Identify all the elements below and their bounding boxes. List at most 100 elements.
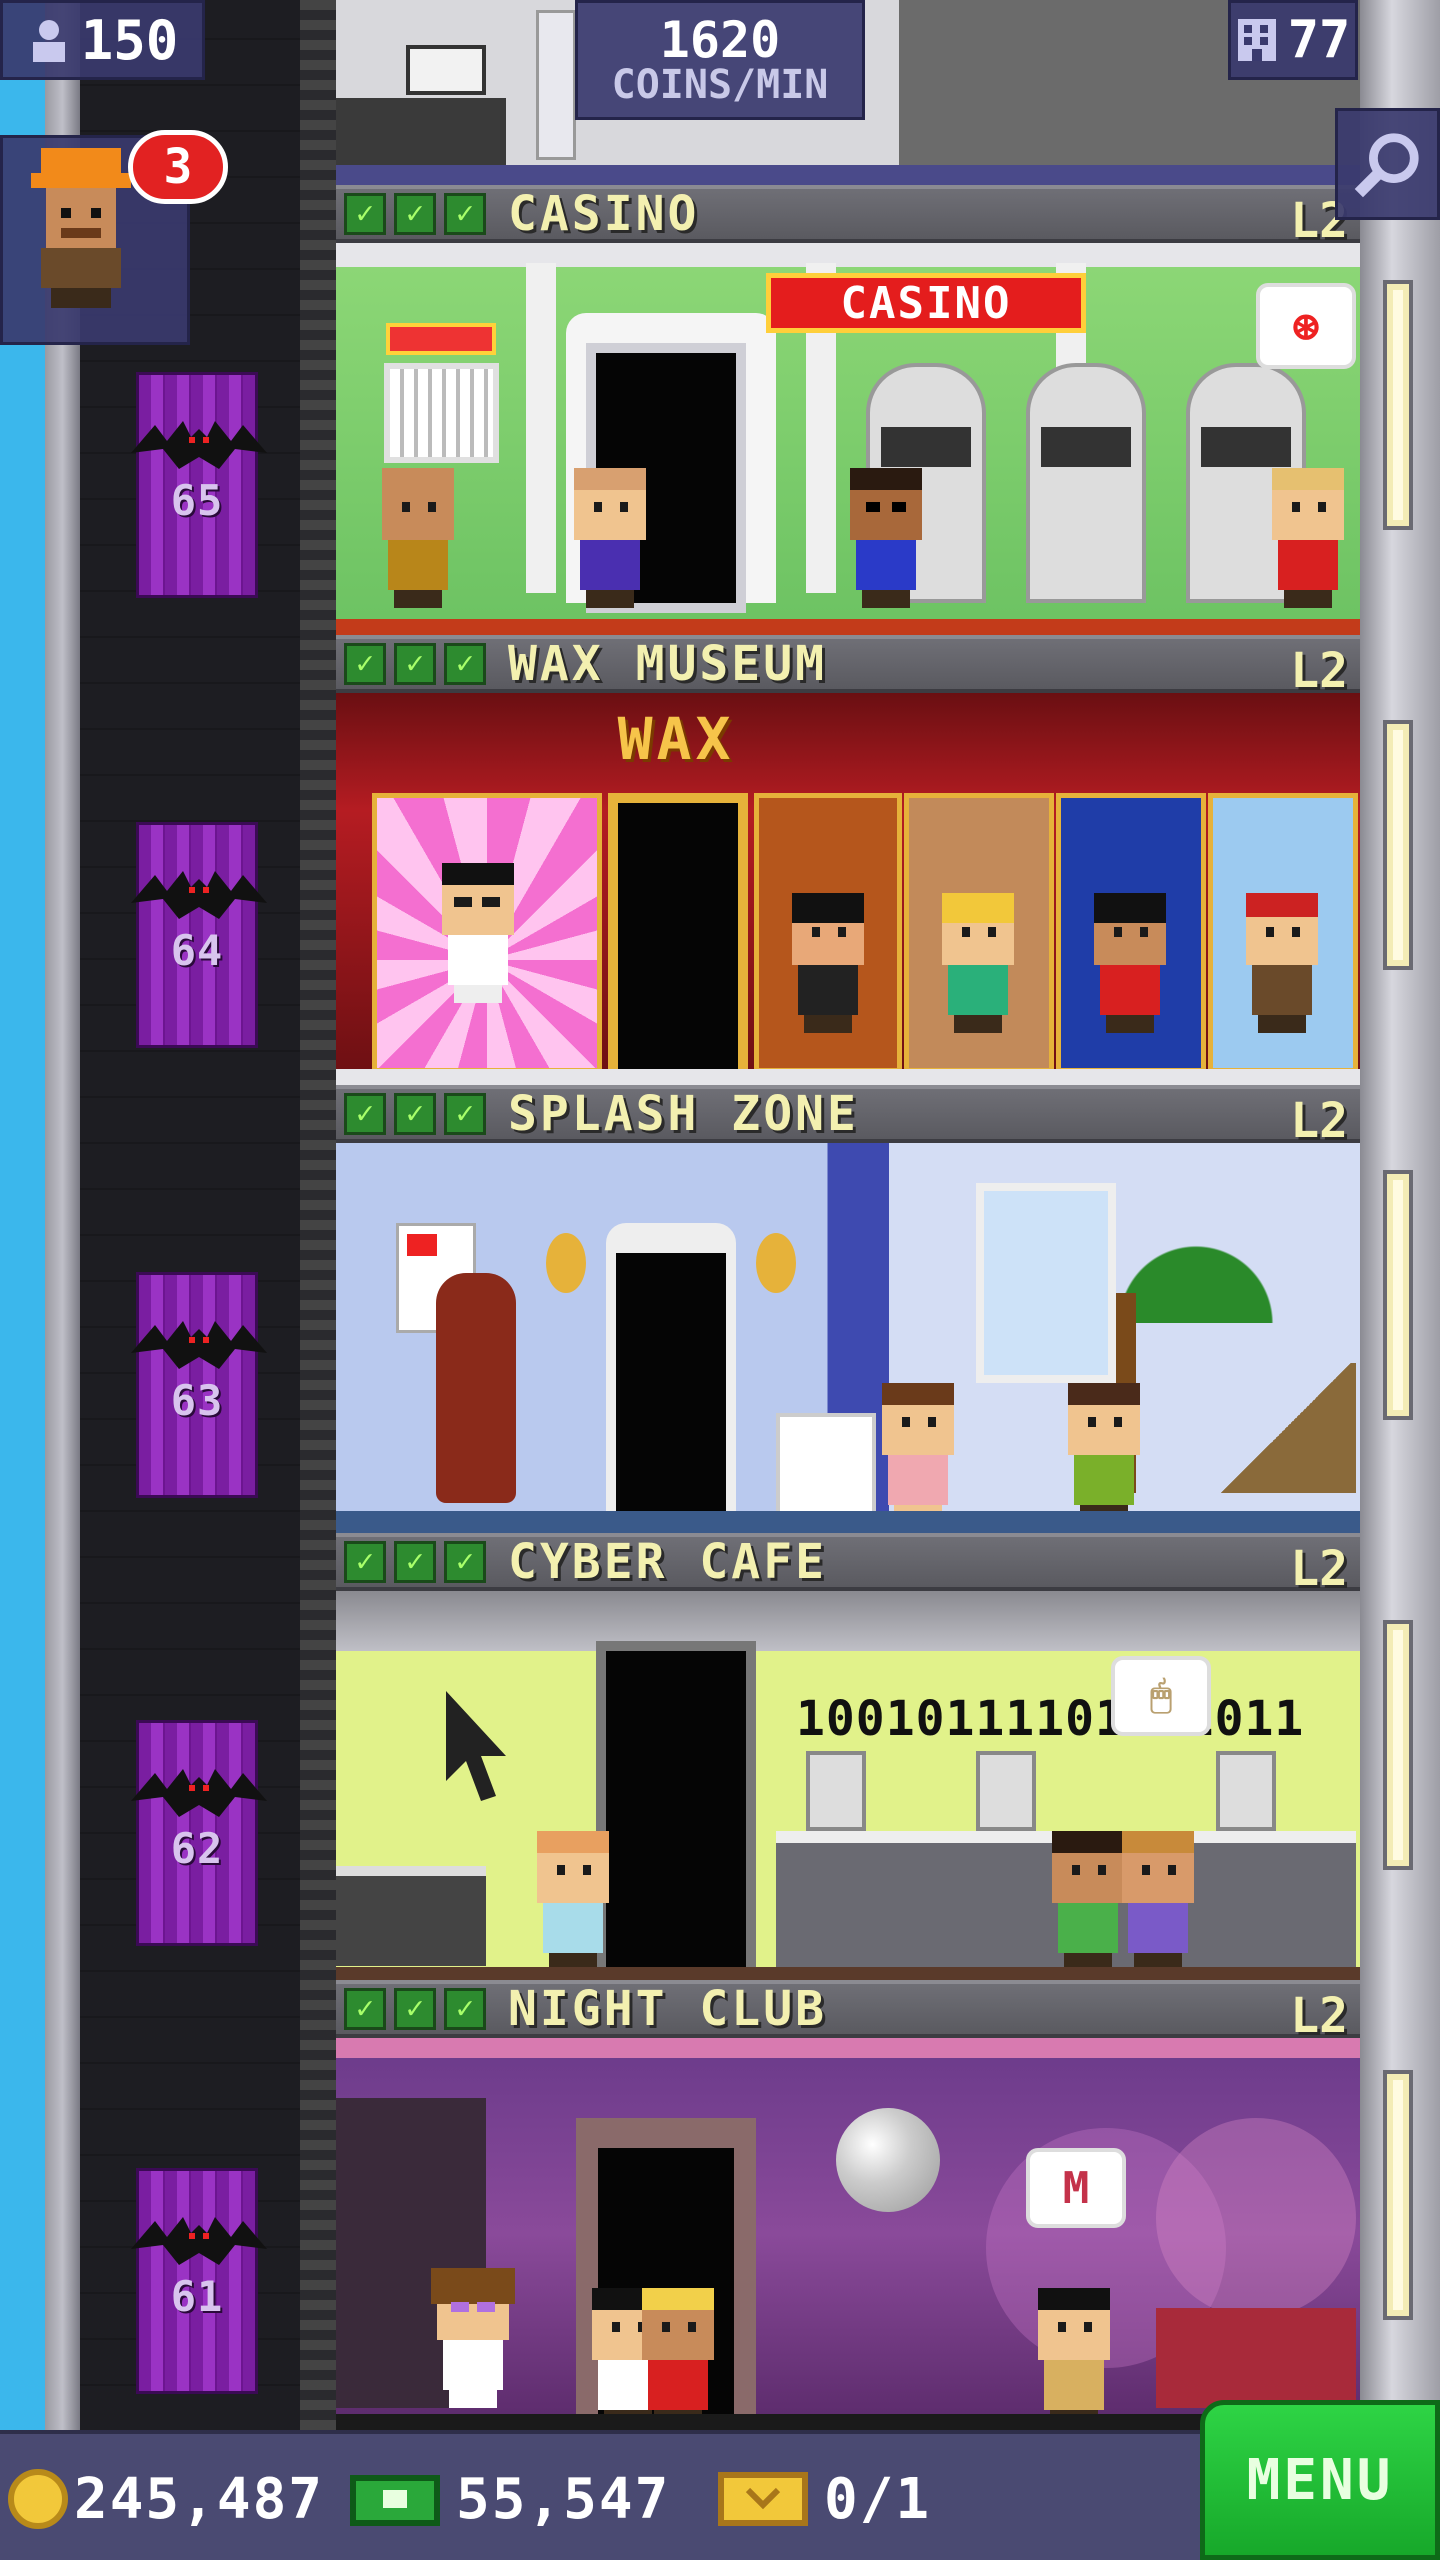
check-icon: ✓ (444, 1093, 486, 1135)
check-icon: ✓ (344, 1988, 386, 2030)
bux-value: 55,547 (456, 2466, 671, 2532)
elevator-door-64[interactable]: 64 (131, 822, 267, 1048)
tower-window (1383, 1170, 1413, 1420)
elevator-floor-number: 65 (170, 475, 224, 525)
room-name: WAX MUSEUM (508, 636, 827, 692)
resident[interactable] (431, 2268, 515, 2408)
resident[interactable] (876, 1383, 960, 1523)
elevator-floor-number: 61 (170, 2271, 224, 2321)
floor-banner: ✓ ✓ ✓ WAX MUSEUM L2 (336, 635, 1360, 699)
room-name: CYBER CAFE (508, 1534, 827, 1590)
room-level: L2 (1290, 643, 1348, 699)
bat-icon (131, 2217, 267, 2265)
check-icon: ✓ (394, 1093, 436, 1135)
elevator-shaft (45, 0, 335, 2430)
coins-value: 245,487 (74, 2466, 325, 2532)
bat-icon (131, 871, 267, 919)
resident[interactable] (531, 1831, 615, 1971)
check-icon: ✓ (444, 1988, 486, 2030)
check-icon: ✓ (394, 193, 436, 235)
elevator-door-65[interactable]: 65 (131, 372, 267, 598)
wax-figure (786, 893, 870, 1033)
room-level: L2 (1290, 1093, 1348, 1149)
resident[interactable] (376, 468, 460, 608)
shaft-rail (300, 0, 336, 2430)
elevator-door-61[interactable]: 61 (131, 2168, 267, 2394)
people-icon (32, 20, 65, 62)
check-icon: ✓ (444, 193, 486, 235)
check-icon: ✓ (344, 193, 386, 235)
search-icon (1354, 133, 1419, 198)
elevator-floor-number: 62 (170, 1823, 224, 1873)
elevator-floor-number: 64 (170, 925, 224, 975)
resident[interactable] (1266, 468, 1350, 608)
disco-ball (836, 2108, 940, 2212)
population-counter[interactable]: 150 (0, 0, 205, 80)
bat-icon (131, 1769, 267, 1817)
room-name: SPLASH ZONE (508, 1086, 859, 1142)
elevator-door-63[interactable]: 63 (131, 1272, 267, 1498)
elevator-floor-number: 63 (170, 1375, 224, 1425)
thought-bubble[interactable]: M (1026, 2148, 1126, 2228)
wax-figure (1088, 893, 1172, 1033)
resident[interactable] (844, 468, 928, 608)
check-icon: ✓ (444, 1541, 486, 1583)
check-icon: ✓ (444, 643, 486, 685)
thought-bubble[interactable]: 🖱 (1111, 1656, 1211, 1736)
room-name: NIGHT CLUB (508, 1981, 827, 2037)
floors-value: 77 (1287, 10, 1351, 70)
wax-figure (936, 893, 1020, 1033)
room-name: CASINO (508, 186, 700, 242)
tower-window (1383, 280, 1413, 530)
floor-banner: ✓ ✓ ✓ CASINO L2 (336, 185, 1360, 249)
tickets-stat[interactable]: 0/1 (718, 2434, 931, 2560)
check-icon: ✓ (394, 1541, 436, 1583)
population-value: 150 (80, 8, 179, 72)
floors-counter[interactable]: 77 (1228, 0, 1358, 80)
wax-figure (1240, 893, 1324, 1033)
casino-sign: CASINO (766, 273, 1086, 333)
resident[interactable] (1116, 1831, 1200, 1971)
floor-casino[interactable]: ✓ ✓ ✓ CASINO L2 CASINO ⊛ (336, 185, 1360, 635)
thought-bubble[interactable]: ⊛ (1256, 283, 1356, 369)
room-level: L2 (1290, 1988, 1348, 2044)
resident[interactable] (568, 468, 652, 608)
bubble-letter: M (1062, 2162, 1090, 2214)
search-button[interactable] (1335, 108, 1440, 220)
tickets-value: 0/1 (824, 2466, 932, 2532)
tower-window (1383, 2070, 1413, 2320)
ticket-icon (718, 2472, 808, 2526)
coin-icon (8, 2469, 68, 2529)
resident[interactable] (1062, 1383, 1146, 1523)
resident[interactable] (1032, 2288, 1116, 2428)
coins-stat[interactable]: 245,487 (8, 2434, 324, 2560)
check-icon: ✓ (344, 1541, 386, 1583)
bux-stat[interactable]: 55,547 (350, 2434, 670, 2560)
floor-cyber-cafe[interactable]: ✓ ✓ ✓ CYBER CAFE L2 10010111101001011 🖱 (336, 1533, 1360, 1983)
bux-icon (350, 2475, 440, 2526)
notification-badge: 3 (128, 130, 228, 204)
resident[interactable] (636, 2288, 720, 2428)
tower-window (1383, 720, 1413, 970)
bat-icon (131, 1321, 267, 1369)
menu-button[interactable]: MENU (1200, 2400, 1440, 2560)
floor-banner: ✓ ✓ ✓ NIGHT CLUB L2 (336, 1980, 1360, 2044)
wax-figure (436, 863, 520, 1003)
elevator-door-62[interactable]: 62 (131, 1720, 267, 1946)
coins-per-min-label: COINS/MIN (611, 62, 829, 108)
coins-per-min-display: 1620 COINS/MIN (575, 0, 865, 120)
floor-splash-zone[interactable]: ✓ ✓ ✓ SPLASH ZONE L2 (336, 1085, 1360, 1535)
check-icon: ✓ (344, 1093, 386, 1135)
check-icon: ✓ (394, 1988, 436, 2030)
sky (0, 0, 45, 2430)
floor-wax-museum[interactable]: ✓ ✓ ✓ WAX MUSEUM L2 WAX (336, 635, 1360, 1085)
room-level: L2 (1290, 1541, 1348, 1597)
floor-night-club[interactable]: ✓ ✓ ✓ NIGHT CLUB L2 M (336, 1980, 1360, 2430)
check-icon: ✓ (344, 643, 386, 685)
tower-window (1383, 1620, 1413, 1870)
cursor-icon (446, 1691, 506, 1801)
floor-banner: ✓ ✓ ✓ SPLASH ZONE L2 (336, 1085, 1360, 1149)
floors-icon (1237, 19, 1276, 61)
floor-banner: ✓ ✓ ✓ CYBER CAFE L2 (336, 1533, 1360, 1597)
wax-sign: WAX (617, 705, 735, 773)
